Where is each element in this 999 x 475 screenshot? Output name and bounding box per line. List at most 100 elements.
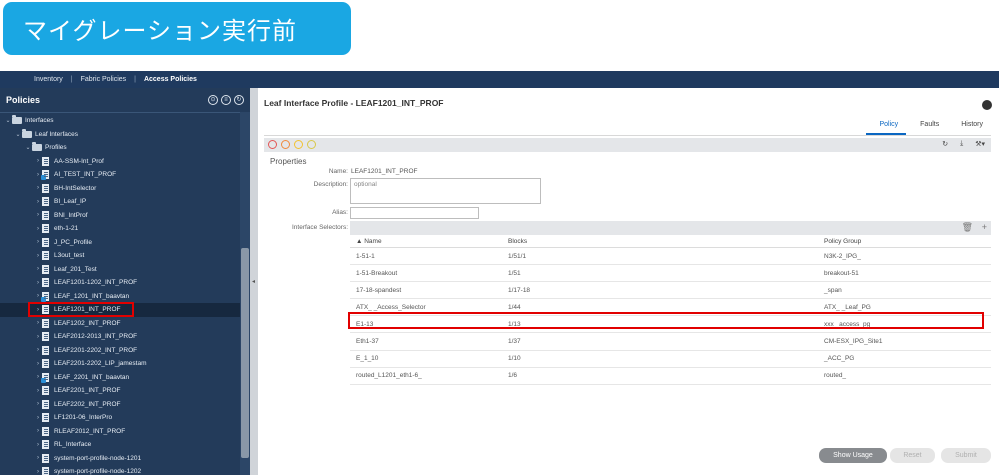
- collapse-icon[interactable]: ≡: [221, 95, 231, 105]
- chevron-down-icon[interactable]: ⌄: [14, 131, 22, 138]
- chevron-right-icon[interactable]: ›: [34, 226, 42, 232]
- sidebar-scrollbar-thumb[interactable]: [241, 248, 249, 458]
- critical-fault-icon[interactable]: [268, 140, 277, 149]
- profile-icon: [42, 426, 49, 436]
- column-name[interactable]: ▲ Name: [350, 238, 508, 245]
- tree-item[interactable]: › AA-SSM-Int_Prof: [0, 155, 240, 169]
- filter-icon[interactable]: ⊙: [208, 95, 218, 105]
- tree-item[interactable]: › BH-IntSelector: [0, 182, 240, 196]
- tab-faults[interactable]: Faults: [920, 121, 939, 128]
- tree-item-label: LEAF2201_INT_PROF: [54, 387, 121, 395]
- tree-item[interactable]: › BI_Leaf_IP: [0, 195, 240, 209]
- reset-button[interactable]: Reset: [890, 448, 935, 463]
- delete-icon[interactable]: 🗑: [962, 222, 973, 233]
- tree-item[interactable]: › LEAF2012-2013_INT_PROF: [0, 330, 240, 344]
- tree-item[interactable]: › LEAF_2201_INT_baavtan: [0, 371, 240, 385]
- warning-fault-icon[interactable]: [307, 140, 316, 149]
- minor-fault-icon[interactable]: [294, 140, 303, 149]
- table-row[interactable]: 17-18-spandest 1/17-18 _span: [350, 282, 991, 300]
- nav-fabric-policies[interactable]: Fabric Policies: [81, 76, 127, 83]
- tree-item-label: LEAF1202_INT_PROF: [54, 319, 121, 327]
- tree-item[interactable]: › RLEAF2012_INT_PROF: [0, 425, 240, 439]
- table-row[interactable]: E_1_10 1/10 _ACC_PG: [350, 351, 991, 368]
- description-field[interactable]: optional: [350, 178, 541, 204]
- chevron-right-icon[interactable]: ›: [34, 455, 42, 461]
- major-fault-icon[interactable]: [281, 140, 290, 149]
- profile-icon: [42, 210, 49, 220]
- cell-blocks: 1/6: [508, 372, 518, 380]
- tree-item[interactable]: › RL_Interface: [0, 438, 240, 452]
- pane-splitter[interactable]: ◂: [250, 88, 258, 475]
- tree-item[interactable]: › eth-1-21: [0, 222, 240, 236]
- cell-name: 1-51-Breakout: [356, 269, 398, 277]
- nav-inventory[interactable]: Inventory: [34, 76, 63, 83]
- table-row[interactable]: Eth1-37 1/37 CM-ESX_IPG_Site1: [350, 333, 991, 351]
- column-policy-group[interactable]: Policy Group: [824, 238, 991, 245]
- tree-item[interactable]: › Leaf_201_Test: [0, 263, 240, 277]
- tree-item[interactable]: › LEAF1202_INT_PROF: [0, 317, 240, 331]
- chevron-right-icon[interactable]: ›: [34, 253, 42, 259]
- chevron-right-icon[interactable]: ›: [34, 334, 42, 340]
- chevron-right-icon[interactable]: ›: [34, 428, 42, 434]
- chevron-right-icon[interactable]: ›: [34, 415, 42, 421]
- tree-item[interactable]: › BNI_IntProf: [0, 209, 240, 223]
- tree-item-label: LEAF2012-2013_INT_PROF: [54, 333, 138, 341]
- tree-item[interactable]: › LEAF2202_INT_PROF: [0, 398, 240, 412]
- nav-access-policies[interactable]: Access Policies: [144, 76, 197, 83]
- chevron-right-icon[interactable]: ›: [34, 361, 42, 367]
- nav-separator: |: [70, 76, 73, 83]
- cell-blocks: 1/10: [508, 355, 521, 363]
- description-label: Description:: [313, 181, 348, 188]
- chevron-right-icon[interactable]: ›: [34, 388, 42, 394]
- tree-item[interactable]: › LEAF_1201_INT_baavtan: [0, 290, 240, 304]
- chevron-right-icon[interactable]: ›: [34, 401, 42, 407]
- chevron-right-icon[interactable]: ›: [34, 347, 42, 353]
- chevron-down-icon[interactable]: ⌄: [24, 144, 32, 151]
- tree-item[interactable]: › LF1201-06_InterPro: [0, 411, 240, 425]
- submit-button[interactable]: Submit: [941, 448, 991, 463]
- profile-icon: [42, 440, 49, 450]
- tree-item[interactable]: › system-port-profile-node-1201: [0, 452, 240, 466]
- chevron-right-icon[interactable]: ›: [34, 442, 42, 448]
- download-icon[interactable]: ⤓: [960, 140, 963, 148]
- tree-item[interactable]: › LEAF2201-2202_INT_PROF: [0, 344, 240, 358]
- refresh-icon[interactable]: ↻: [942, 140, 948, 148]
- chevron-right-icon[interactable]: ›: [34, 158, 42, 164]
- tree-item[interactable]: › LEAF2201_INT_PROF: [0, 384, 240, 398]
- show-usage-button[interactable]: Show Usage: [819, 448, 887, 463]
- tree-item[interactable]: ⌄ Profiles: [0, 141, 240, 155]
- cell-name: E_1_10: [356, 355, 379, 363]
- tree-item[interactable]: ⌄ Leaf Interfaces: [0, 128, 240, 142]
- tab-policy[interactable]: Policy: [879, 121, 898, 128]
- tree-item[interactable]: › LEAF2201-2202_LIP_jamestam: [0, 357, 240, 371]
- tree-item[interactable]: › system-port-profile-node-1202: [0, 465, 240, 475]
- column-blocks[interactable]: Blocks: [508, 238, 824, 245]
- pin-icon[interactable]: [982, 100, 992, 110]
- chevron-right-icon[interactable]: ›: [34, 280, 42, 286]
- cell-policy-group: _ACC_PG: [824, 355, 855, 363]
- chevron-right-icon[interactable]: ›: [34, 212, 42, 218]
- table-row[interactable]: routed_L1201_eth1-6_ 1/6 routed_: [350, 368, 991, 385]
- chevron-right-icon[interactable]: ›: [34, 320, 42, 326]
- tools-icon[interactable]: ⚒▾: [975, 140, 985, 148]
- alias-field[interactable]: [350, 207, 479, 219]
- chevron-right-icon[interactable]: ›: [34, 239, 42, 245]
- folder-icon: [32, 142, 42, 152]
- tree-item[interactable]: › LEAF1201-1202_INT_PROF: [0, 276, 240, 290]
- chevron-right-icon[interactable]: ›: [34, 266, 42, 272]
- tab-history[interactable]: History: [961, 121, 983, 128]
- tree-item[interactable]: › J_PC_Profile: [0, 236, 240, 250]
- table-row[interactable]: 1-51-1 1/51/1 N3K-2_IPG_: [350, 248, 991, 266]
- chevron-right-icon[interactable]: ›: [34, 185, 42, 191]
- cell-policy-group: _span: [824, 286, 842, 294]
- chevron-right-icon[interactable]: ›: [34, 199, 42, 205]
- tree-item[interactable]: › L3out_test: [0, 249, 240, 263]
- add-icon[interactable]: +: [982, 222, 987, 232]
- tree-item[interactable]: ⌄ Interfaces: [0, 114, 240, 128]
- refresh-icon[interactable]: ↻: [234, 95, 244, 105]
- tree-item[interactable]: › AI_TEST_INT_PROF: [0, 168, 240, 182]
- table-row[interactable]: 1-51-Breakout 1/51 breakout-51: [350, 265, 991, 283]
- chevron-right-icon[interactable]: ›: [34, 469, 42, 475]
- profile-icon: [42, 278, 49, 288]
- chevron-down-icon[interactable]: ⌄: [4, 117, 12, 124]
